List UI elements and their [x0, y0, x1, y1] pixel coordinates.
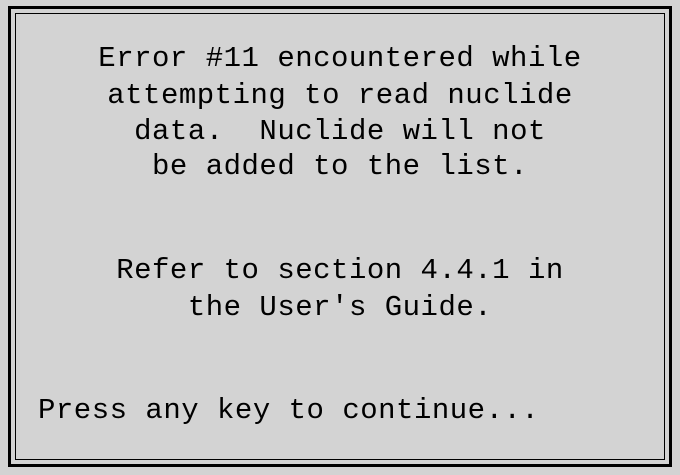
error-message-line-1: Error #11 encountered while [98, 42, 582, 75]
error-message-line-2: attempting to read nuclide [107, 79, 573, 112]
continue-prompt: Press any key to continue... [38, 394, 540, 427]
error-message-line-3: data. Nuclide will not [134, 115, 546, 148]
reference-line-1: Refer to section 4.4.1 in [116, 254, 564, 287]
error-message-line-4: be added to the list. [152, 150, 528, 183]
reference-line-2: the User's Guide. [187, 291, 493, 324]
error-dialog[interactable]: Error #11 encountered while attempting t… [8, 6, 672, 467]
